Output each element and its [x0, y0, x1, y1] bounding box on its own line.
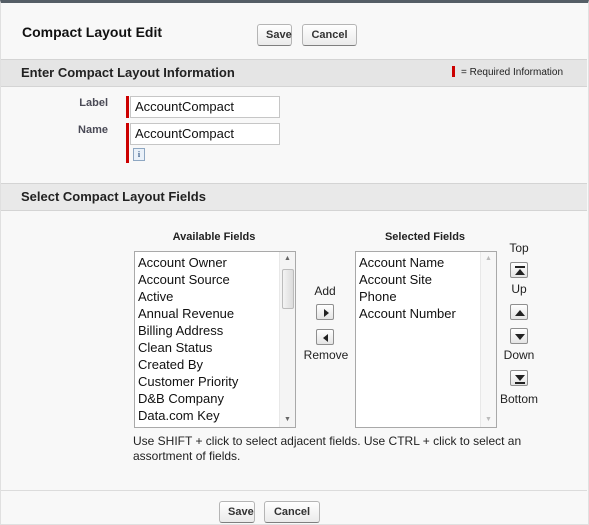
move-up-button[interactable]: [510, 304, 528, 320]
list-item[interactable]: Account Source: [135, 271, 295, 288]
list-item[interactable]: Created By: [135, 356, 295, 373]
move-top-button[interactable]: [510, 262, 528, 278]
bottom-label: Bottom: [499, 392, 538, 406]
add-label: Add: [314, 284, 336, 298]
list-item[interactable]: Account Name: [356, 254, 496, 271]
arrow-down-icon: [515, 334, 525, 340]
page-title: Compact Layout Edit: [22, 24, 163, 40]
selected-fields-header: Selected Fields: [384, 231, 466, 243]
required-indicator: [452, 66, 455, 77]
remove-button[interactable]: [316, 329, 334, 345]
list-item[interactable]: Account Site: [356, 271, 496, 288]
move-bottom-button[interactable]: [510, 370, 528, 386]
scroll-down-arrow-icon[interactable]: ▼: [481, 413, 496, 427]
list-item[interactable]: Active: [135, 288, 295, 305]
help-text: Use SHIFT + click to select adjacent fie…: [133, 434, 583, 464]
name-required-bar: [126, 123, 129, 163]
list-item[interactable]: Phone: [356, 288, 496, 305]
label-input[interactable]: AccountCompact: [130, 96, 280, 118]
selected-fields-list[interactable]: Account Name Account Site Phone Account …: [355, 251, 497, 428]
list-item[interactable]: D&B Company: [135, 390, 295, 407]
list-item[interactable]: Account Owner: [135, 254, 295, 271]
label-field-label: Label: [79, 97, 108, 109]
cancel-button-top[interactable]: Cancel: [302, 24, 357, 46]
move-top-icon: [515, 266, 525, 275]
available-fields-list[interactable]: Account Owner Account Source Active Annu…: [134, 251, 296, 428]
up-label: Up: [511, 282, 527, 296]
top-label: Top: [509, 241, 529, 255]
list-item[interactable]: Customer Priority: [135, 373, 295, 390]
list-item[interactable]: Account Number: [356, 305, 496, 322]
move-bottom-icon: [515, 375, 525, 384]
available-scrollbar[interactable]: ▲ ▼: [279, 252, 295, 427]
required-legend: = Required Information: [461, 67, 564, 78]
available-fields-header: Available Fields: [172, 231, 256, 243]
label-required-bar: [126, 96, 129, 118]
info-section-header: Enter Compact Layout Information = Requi…: [1, 59, 587, 87]
list-item[interactable]: Data.com Key: [135, 407, 295, 424]
list-item[interactable]: Annual Revenue: [135, 305, 295, 322]
down-label: Down: [503, 348, 535, 362]
help-text-line-2: assortment of fields.: [133, 449, 241, 463]
arrow-left-icon: [323, 334, 328, 342]
save-button-bottom[interactable]: Save: [219, 501, 255, 523]
cancel-button-bottom[interactable]: Cancel: [264, 501, 320, 523]
arrow-up-icon: [515, 310, 525, 316]
add-button[interactable]: [316, 304, 334, 320]
scroll-thumb[interactable]: [282, 269, 294, 309]
arrow-right-icon: [324, 309, 329, 317]
remove-label: Remove: [303, 348, 349, 362]
list-item[interactable]: Clean Status: [135, 339, 295, 356]
scroll-up-arrow-icon[interactable]: ▲: [481, 252, 496, 266]
help-text-line-1: Use SHIFT + click to select adjacent fie…: [133, 434, 522, 448]
move-down-button[interactable]: [510, 328, 528, 344]
fields-section-title: Select Compact Layout Fields: [21, 189, 206, 204]
fields-section-header: Select Compact Layout Fields: [1, 183, 587, 211]
scroll-down-arrow-icon[interactable]: ▼: [280, 413, 295, 427]
name-field-label: Name: [78, 124, 108, 136]
info-section-title: Enter Compact Layout Information: [21, 65, 235, 80]
save-button-top[interactable]: Save: [257, 24, 292, 46]
info-icon[interactable]: i: [133, 148, 145, 161]
scroll-up-arrow-icon[interactable]: ▲: [280, 252, 295, 266]
name-input[interactable]: AccountCompact: [130, 123, 280, 145]
list-item[interactable]: Billing Address: [135, 322, 295, 339]
footer-divider: [1, 490, 587, 491]
